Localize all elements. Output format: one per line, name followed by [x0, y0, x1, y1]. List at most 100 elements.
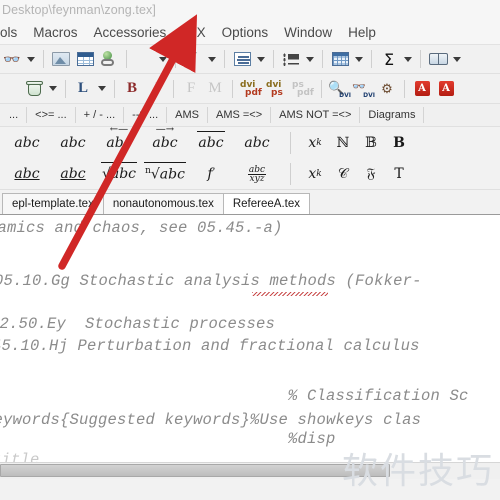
inverse-search-dvi-icon[interactable]: 👓 DVI — [352, 78, 375, 100]
superscript-button[interactable]: xk — [301, 130, 329, 156]
underbrace-icon: ⏝ — [21, 181, 33, 190]
menu-tools[interactable]: ols — [0, 23, 25, 42]
view-pdf-alt-icon[interactable]: A — [435, 78, 457, 100]
overline-button[interactable]: abc — [188, 130, 234, 156]
latex-dropdown-icon[interactable] — [95, 79, 109, 99]
ps-label: ps — [271, 87, 283, 98]
editor-text-area[interactable]: namics and chaos, see 05.45.-a) 05.10.Gg… — [0, 215, 500, 479]
nthroot-button[interactable]: n√abc — [142, 161, 188, 187]
list-dropdown-icon[interactable] — [303, 49, 317, 69]
tabular-dropdown-icon[interactable] — [352, 49, 366, 69]
subscript-text: k — [316, 169, 322, 179]
blackboard-n-button[interactable]: ℕ — [329, 130, 357, 156]
base-text: abc — [14, 166, 40, 182]
widetilde-button[interactable]: ̃̃̃abc — [4, 130, 50, 156]
tab-epl-template[interactable]: epl-template.tex — [2, 193, 104, 214]
font-style-icon[interactable] — [133, 48, 155, 70]
underline-button[interactable]: abc — [50, 161, 96, 187]
prime-button[interactable]: f ′ — [188, 161, 234, 187]
toolbar-separator — [173, 79, 174, 98]
insert-link-icon[interactable] — [98, 48, 120, 70]
fraktur-f-button[interactable]: 𝔉 — [357, 161, 385, 187]
paragraph-icon[interactable] — [231, 48, 253, 70]
watermark-text: 软件技巧 — [341, 451, 494, 492]
blackboard-b-button[interactable]: 𝔹 — [357, 130, 385, 156]
underbrace-button[interactable]: ⏝ abc — [4, 161, 50, 190]
insert-table-icon[interactable] — [74, 48, 96, 70]
toolbar-separator — [26, 107, 28, 123]
dvi-badge: DVI — [363, 92, 375, 99]
widehat-button[interactable]: ˆˆ abc — [50, 127, 96, 156]
base-text: abc — [14, 135, 40, 151]
bold-b-button[interactable]: B — [385, 130, 413, 156]
clean-dropdown-icon[interactable] — [46, 79, 60, 99]
spellcheck-squiggle — [252, 292, 328, 296]
ams-button[interactable]: AMS — [168, 108, 206, 122]
ams-relations-button[interactable]: AMS =<> — [209, 108, 269, 122]
latex-button[interactable]: L — [72, 78, 94, 100]
insert-image-icon[interactable] — [50, 48, 72, 70]
text-t-button[interactable]: T — [385, 161, 413, 187]
paragraph-dropdown-icon[interactable] — [254, 49, 268, 69]
editor-line: namics and chaos, see 05.45.-a) — [0, 219, 283, 237]
toolbar-separator — [404, 79, 405, 98]
italic-dropdown-icon[interactable] — [205, 49, 219, 69]
menu-options[interactable]: Options — [214, 23, 277, 42]
find-dropdown-icon[interactable] — [24, 49, 38, 69]
prime-icon: ′ — [212, 169, 215, 179]
toolbar-separator — [290, 132, 291, 154]
frac-button[interactable]: abc xyz — [234, 161, 280, 187]
calligraphic-c-button[interactable]: 𝒞 — [329, 161, 357, 187]
toolbar-separator — [321, 79, 322, 98]
toolbar-separator — [175, 50, 176, 68]
subscript-button[interactable]: xk — [301, 161, 329, 187]
makeindex-button: I — [153, 80, 159, 96]
overrightarrow-button[interactable]: —→ abc — [142, 127, 188, 156]
superscript-text: k — [316, 138, 322, 148]
find-icon[interactable]: 👓 — [1, 48, 23, 70]
sigma-dropdown-icon[interactable] — [401, 49, 415, 69]
sqrt-bar-icon — [100, 162, 138, 170]
bibliography-icon[interactable] — [427, 48, 449, 70]
menu-accessories[interactable]: Accessories — [86, 23, 175, 42]
ps-to-pdf-button: ps pdf — [291, 78, 315, 100]
overbrace-button[interactable]: ⏜ abc — [234, 127, 280, 156]
font-dropdown-icon[interactable] — [156, 49, 170, 69]
relations-button[interactable]: <>= ... — [28, 108, 74, 122]
diagrams-button[interactable]: Diagrams — [361, 108, 422, 122]
dvi-to-pdf-button[interactable]: dvi pdf — [239, 78, 263, 100]
view-dvi-search-icon[interactable]: 🔍 DVI — [328, 78, 351, 100]
editor-line: % Classification Sc — [288, 387, 469, 405]
bibtex-button[interactable]: B — [121, 78, 143, 100]
clean-icon[interactable] — [23, 78, 45, 100]
pdf-glyph: A — [438, 81, 454, 96]
tabular-icon[interactable] — [329, 48, 351, 70]
relations-ellipsis-button[interactable]: ... — [2, 108, 25, 122]
tab-nonautonomous[interactable]: nonautonomous.tex — [102, 193, 224, 214]
math-panel-toolbar: ... <>= ... + / - ... --> ... AMS AMS =<… — [0, 104, 500, 127]
ams-not-relations-button[interactable]: AMS NOT =<> — [272, 108, 358, 122]
sqrt-button[interactable]: √abc — [96, 161, 142, 187]
overleftarrow-button[interactable]: ←— abc — [96, 127, 142, 156]
toolbar-separator — [65, 79, 66, 98]
menu-macros[interactable]: Macros — [25, 23, 85, 42]
italic-icon[interactable]: I — [182, 48, 204, 70]
scrollbar-thumb[interactable] — [0, 464, 390, 477]
editor-line: 05.10.Gg Stochastic analysis methods (Fo… — [0, 272, 422, 290]
operators-button[interactable]: + / - ... — [77, 108, 122, 122]
arrows-button[interactable]: --> ... — [125, 108, 165, 122]
menu-window[interactable]: Window — [276, 23, 340, 42]
ghostscript-icon[interactable]: ⚙ — [376, 78, 398, 100]
tab-refereeA[interactable]: RefereeA.tex — [222, 193, 310, 214]
editor-line: keywords{Suggested keywords}%Use showkey… — [0, 411, 422, 429]
overline-icon — [197, 131, 225, 139]
bibliography-dropdown-icon[interactable] — [450, 49, 464, 69]
dvi-to-ps-button[interactable]: dvi ps — [265, 78, 289, 100]
menu-help[interactable]: Help — [340, 23, 384, 42]
list-icon[interactable] — [280, 48, 302, 70]
view-pdf-icon[interactable]: A — [411, 78, 433, 100]
menu-tex[interactable]: TeX — [174, 23, 213, 42]
sigma-icon[interactable]: Σ — [378, 48, 400, 70]
math-symbols-row-2: ⏝ abc abc √abc n√abc f ′ abc xyz xk 𝒞 𝔉 T — [0, 159, 500, 190]
dvi-badge: DVI — [339, 92, 351, 99]
